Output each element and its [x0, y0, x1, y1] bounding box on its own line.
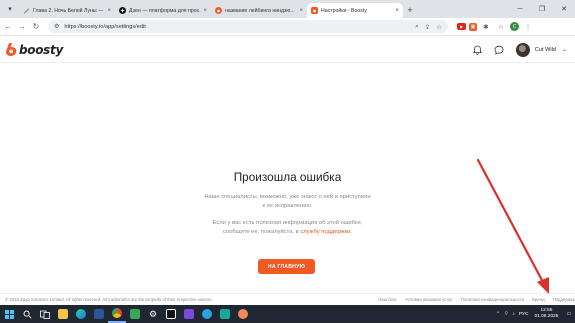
- logo-text: boosty: [19, 42, 63, 57]
- purple-app-icon[interactable]: [180, 305, 198, 323]
- yandex-browser-icon[interactable]: [234, 305, 252, 323]
- tray-chevron-icon[interactable]: ⌃: [496, 312, 500, 317]
- zoom-icon[interactable]: ⌕: [415, 23, 419, 31]
- error-page: Произошла ошибка Наши специалисты, возмо…: [0, 63, 575, 291]
- browser-tab-4-active[interactable]: Настройки - Boosty ×: [307, 3, 403, 18]
- tab-close-icon[interactable]: ×: [107, 8, 111, 14]
- site-footer: © 2025 Zaya Solutions Limited. All right…: [0, 293, 575, 305]
- url-text: https://boosty.to/app/settings/edit: [64, 23, 146, 30]
- minimize-icon[interactable]: ─: [509, 0, 531, 18]
- browser-tab-3[interactable]: название лейбинга ниндзю... ×: [211, 3, 307, 18]
- footer-link-blog[interactable]: Наш блог: [378, 297, 397, 302]
- edge-icon[interactable]: [72, 305, 90, 323]
- profile-icon[interactable]: C: [510, 22, 519, 31]
- browser-tab-1[interactable]: Глава 2. Ночь Белой Луны — ... ×: [19, 3, 115, 18]
- pen-icon: [23, 7, 30, 14]
- settings-gear-icon[interactable]: ⚙: [144, 305, 162, 323]
- close-window-icon[interactable]: ✕: [553, 0, 575, 18]
- footer-link-terms[interactable]: Условия оказания услуг: [405, 297, 453, 302]
- new-tab-button[interactable]: +: [403, 3, 417, 17]
- tab-title: Настройки - Boosty: [321, 7, 367, 14]
- system-tray: ⌃ ⌔ ♪ РУС 12:55 01.08.2025 ▭: [492, 308, 575, 320]
- copyright-text: © 2025 Zaya Solutions Limited. All right…: [5, 297, 213, 302]
- error-description: Наши специалисты, возможно, уже знают о …: [0, 193, 575, 211]
- avatar[interactable]: [515, 42, 530, 57]
- red-extension-icon[interactable]: ▣: [469, 22, 477, 31]
- bookmarks-icon[interactable]: ☆: [495, 21, 507, 33]
- reload-icon[interactable]: ↻: [30, 22, 42, 31]
- windows-taskbar: ⚙ ⌃ ⌔ ♪ РУС 12:55 01.08.2025 ▭: [0, 305, 575, 323]
- window-controls: ─ ❐ ✕: [509, 0, 575, 18]
- task-view-icon[interactable]: [36, 305, 54, 323]
- search-icon[interactable]: [18, 305, 36, 323]
- address-bar[interactable]: ⚙ https://boosty.to/app/settings/edit ⌕ …: [48, 20, 448, 33]
- tab-strip: ▾ Глава 2. Ночь Белой Луны — ... × Дзен …: [0, 0, 575, 18]
- error-line-3: Если у вас есть полезная информация об э…: [212, 220, 363, 226]
- tab-close-icon[interactable]: ×: [203, 8, 207, 14]
- clock-date: 01.08.2025: [534, 314, 559, 319]
- browser-tab-2[interactable]: Дзен — платформа для прос... ×: [115, 3, 211, 18]
- boosty-tab-icon: [311, 7, 318, 14]
- teal-app-icon[interactable]: [216, 305, 234, 323]
- tab-title: название лейбинга ниндзю...: [225, 7, 295, 14]
- tab-search-icon[interactable]: ▾: [3, 2, 17, 16]
- tab-title: Дзен — платформа для прос...: [129, 7, 202, 14]
- boosty-logo-icon: [6, 43, 17, 56]
- footer-link-brand[interactable]: Бренд: [532, 297, 544, 302]
- footer-links: Наш блог Условия оказания услуг Политика…: [370, 297, 575, 302]
- boosty-tab-icon: [215, 7, 222, 14]
- error-line-4-prefix: сообщите ее, пожалуйста, в: [223, 229, 301, 235]
- youtube-extension-icon[interactable]: ▶: [457, 23, 466, 30]
- back-icon[interactable]: ←: [2, 22, 14, 31]
- footer-link-privacy[interactable]: Политика конфиденциальности: [461, 297, 524, 302]
- error-line-4: сообщите ее, пожалуйста, в службу поддер…: [0, 228, 575, 237]
- go-home-button[interactable]: НА ГЛАВНУЮ: [258, 259, 315, 274]
- boosty-logo[interactable]: boosty: [6, 43, 63, 57]
- tab-title: Глава 2. Ночь Белой Луны — ...: [33, 7, 106, 14]
- forward-icon[interactable]: →: [16, 22, 28, 31]
- chrome-icon[interactable]: [108, 305, 126, 323]
- extensions-puzzle-icon[interactable]: ✱: [480, 21, 492, 33]
- restore-icon[interactable]: ❐: [531, 0, 553, 18]
- extensions-area: ▶ ▣ ✱ ☆ C ⋮: [454, 21, 534, 33]
- volume-icon[interactable]: ♪: [512, 312, 514, 317]
- error-line-1: Наши специалисты, возможно, уже знают о …: [204, 194, 371, 200]
- support-link[interactable]: службу поддержки: [300, 229, 350, 235]
- error-support-text: Если у вас есть полезная информация об э…: [0, 219, 575, 237]
- network-icon[interactable]: ⌔: [504, 311, 509, 317]
- site-info-icon[interactable]: ⚙: [54, 23, 59, 30]
- chevron-down-icon[interactable]: ⌄: [562, 46, 567, 53]
- file-explorer-icon[interactable]: [54, 305, 72, 323]
- error-title: Произошла ошибка: [233, 170, 342, 184]
- site-header: boosty Cut Wild ⌄: [0, 37, 575, 63]
- error-line-4-suffix: .: [350, 229, 352, 235]
- dzen-icon: [119, 7, 126, 14]
- user-name[interactable]: Cut Wild: [535, 47, 556, 53]
- bookmark-star-icon[interactable]: ☆: [436, 23, 442, 31]
- tab-close-icon[interactable]: ×: [299, 8, 303, 14]
- messages-icon[interactable]: [492, 43, 506, 57]
- clock[interactable]: 12:55 01.08.2025: [534, 308, 558, 320]
- notifications-bell-icon[interactable]: [471, 43, 485, 57]
- green-app-icon[interactable]: [126, 305, 144, 323]
- footer-link-support[interactable]: Поддержка: [553, 297, 575, 302]
- windows-start-icon[interactable]: [0, 305, 18, 323]
- notifications-icon[interactable]: ▭: [566, 312, 571, 317]
- word-icon[interactable]: [90, 305, 108, 323]
- language-indicator[interactable]: РУС: [519, 312, 529, 317]
- capcut-icon[interactable]: [162, 305, 180, 323]
- chrome-menu-icon[interactable]: ⋮: [522, 21, 534, 33]
- browser-toolbar: ← → ↻ ⚙ https://boosty.to/app/settings/e…: [0, 18, 575, 36]
- telegram-icon[interactable]: [198, 305, 216, 323]
- tab-close-icon[interactable]: ×: [395, 8, 399, 14]
- error-line-2: к ее исправлению.: [262, 203, 313, 209]
- share-icon[interactable]: ⇪: [425, 23, 430, 31]
- header-actions: Cut Wild ⌄: [464, 42, 567, 57]
